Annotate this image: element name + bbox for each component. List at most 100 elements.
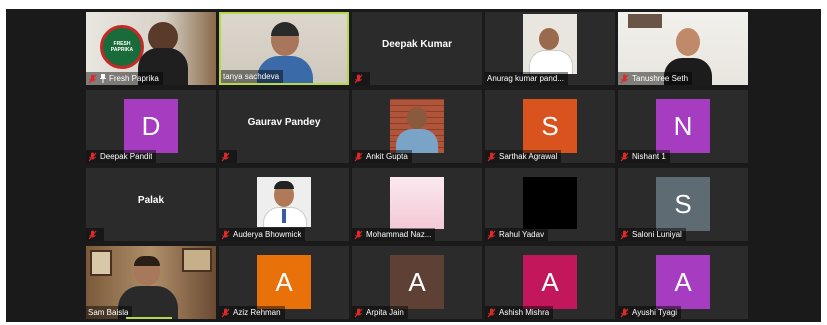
microphone-muted-icon [487,308,496,317]
participant-tile-anurag-kumar[interactable]: Anurag kumar pand... [485,12,615,85]
person-hair [134,256,160,266]
participant-display-name: Deepak Kumar [381,39,453,50]
video-feed [390,177,444,229]
name-label [86,228,104,241]
participant-tile-gaurav-pandey[interactable]: Gaurav Pandey [219,90,349,163]
person-head [676,28,700,56]
wall-frame [628,14,662,28]
participant-name: Tanushree Seth [632,74,689,83]
participant-name: Fresh Paprika [109,74,159,83]
microphone-muted-icon [88,74,97,83]
name-label: Arpita Jain [352,306,408,319]
avatar: S [656,177,710,231]
avatar: D [124,99,178,153]
logo-text: FRESH PAPRIKA [110,41,134,53]
participant-tile-sarthak-agrawal[interactable]: S Sarthak Agrawal [485,90,615,163]
microphone-muted-icon [88,152,97,161]
participant-name: Auderya Bhowmick [233,230,302,239]
participant-name: Ankit Gupta [366,152,408,161]
avatar: A [656,255,710,309]
avatar: A [523,255,577,309]
microphone-muted-icon [221,230,230,239]
participant-tile-sam-baisla[interactable]: Sam Baisla [86,246,216,319]
name-label: Ayushi Tyagi [618,306,682,319]
name-label: Rahul Yadav [485,228,549,241]
participant-name: Deepak Pandit [100,152,153,161]
microphone-muted-icon [88,230,97,239]
participant-tile-ankit-gupta[interactable]: Ankit Gupta [352,90,482,163]
video-feed [257,177,311,227]
participant-name: Mohammad Naz... [366,230,432,239]
participant-display-name: Palak [137,195,165,206]
audio-indicator [126,317,172,319]
participant-tile-mohammad-naz[interactable]: Mohammad Naz... [352,168,482,241]
microphone-muted-icon [354,230,363,239]
wall-frame [182,248,212,272]
participant-name: Sam Baisla [88,308,129,317]
participant-display-name: Gaurav Pandey [247,117,321,128]
microphone-muted-icon [354,152,363,161]
participant-tile-arpita-jain[interactable]: A Arpita Jain [352,246,482,319]
participant-tile-nishant-1[interactable]: N Nishant 1 [618,90,748,163]
person-head [407,107,427,129]
participant-tile-deepak-kumar[interactable]: Deepak Kumar [352,12,482,85]
participant-name: Rahul Yadav [499,230,545,239]
name-label: Ankit Gupta [352,150,412,163]
pin-icon [100,74,106,83]
name-label: Ashish Mishra [485,306,554,319]
person-hair [274,181,294,189]
participant-tile-ayushi-tyagi[interactable]: A Ayushi Tyagi [618,246,748,319]
person-hair [271,22,299,36]
participant-tile-saloni-luniyal[interactable]: S Saloni Luniyal [618,168,748,241]
name-label: Deepak Pandit [86,150,157,163]
participant-tile-tanya-sachdeva[interactable]: tanya sachdeva [219,12,349,85]
participant-name: Nishant 1 [632,152,666,161]
microphone-muted-icon [354,308,363,317]
participant-name: Saloni Luniyal [632,230,682,239]
person-head [539,28,559,50]
participant-tile-aziz-rehman[interactable]: A Aziz Rehman [219,246,349,319]
name-label: Auderya Bhowmick [219,228,306,241]
microphone-muted-icon [620,74,629,83]
fresh-paprika-logo: FRESH PAPRIKA [100,25,144,69]
video-feed [523,177,577,229]
avatar: A [390,255,444,309]
avatar: A [257,255,311,309]
name-label: Mohammad Naz... [352,228,436,241]
name-label: Nishant 1 [618,150,670,163]
name-label [352,72,370,85]
participant-tile-rahul-yadav[interactable]: Rahul Yadav [485,168,615,241]
microphone-muted-icon [487,230,496,239]
microphone-muted-icon [354,74,363,83]
participant-name: Anurag kumar pand... [487,74,564,83]
name-label [219,150,237,163]
microphone-muted-icon [620,152,629,161]
participant-name: Ayushi Tyagi [632,308,678,317]
microphone-muted-icon [620,230,629,239]
avatar: S [523,99,577,153]
video-feed [390,99,444,153]
name-label: tanya sachdeva [221,70,284,83]
participant-name: Arpita Jain [366,308,404,317]
participant-tile-fresh-paprika[interactable]: FRESH PAPRIKA Fresh Paprika [86,12,216,85]
participant-tile-auderya-bhowmick[interactable]: Auderya Bhowmick [219,168,349,241]
participant-name: tanya sachdeva [223,72,280,81]
name-label: Aziz Rehman [219,306,285,319]
name-label: Sarthak Agrawal [485,150,562,163]
microphone-muted-icon [487,152,496,161]
name-label: Tanushree Seth [618,72,693,85]
video-feed [523,14,577,74]
participant-name: Aziz Rehman [233,308,281,317]
participant-tile-deepak-pandit[interactable]: D Deepak Pandit [86,90,216,163]
participant-name: Ashish Mishra [499,308,550,317]
wall-frame [90,250,112,276]
participant-tile-tanushree-seth[interactable]: Tanushree Seth [618,12,748,85]
person-tie [282,209,286,223]
participant-tile-palak[interactable]: Palak [86,168,216,241]
name-label: Saloni Luniyal [618,228,686,241]
name-label: Fresh Paprika [86,72,163,85]
microphone-muted-icon [221,308,230,317]
person-body [529,50,573,74]
participant-tile-ashish-mishra[interactable]: A Ashish Mishra [485,246,615,319]
gallery-view: FRESH PAPRIKA Fresh Paprika tanya sachde… [6,9,821,322]
